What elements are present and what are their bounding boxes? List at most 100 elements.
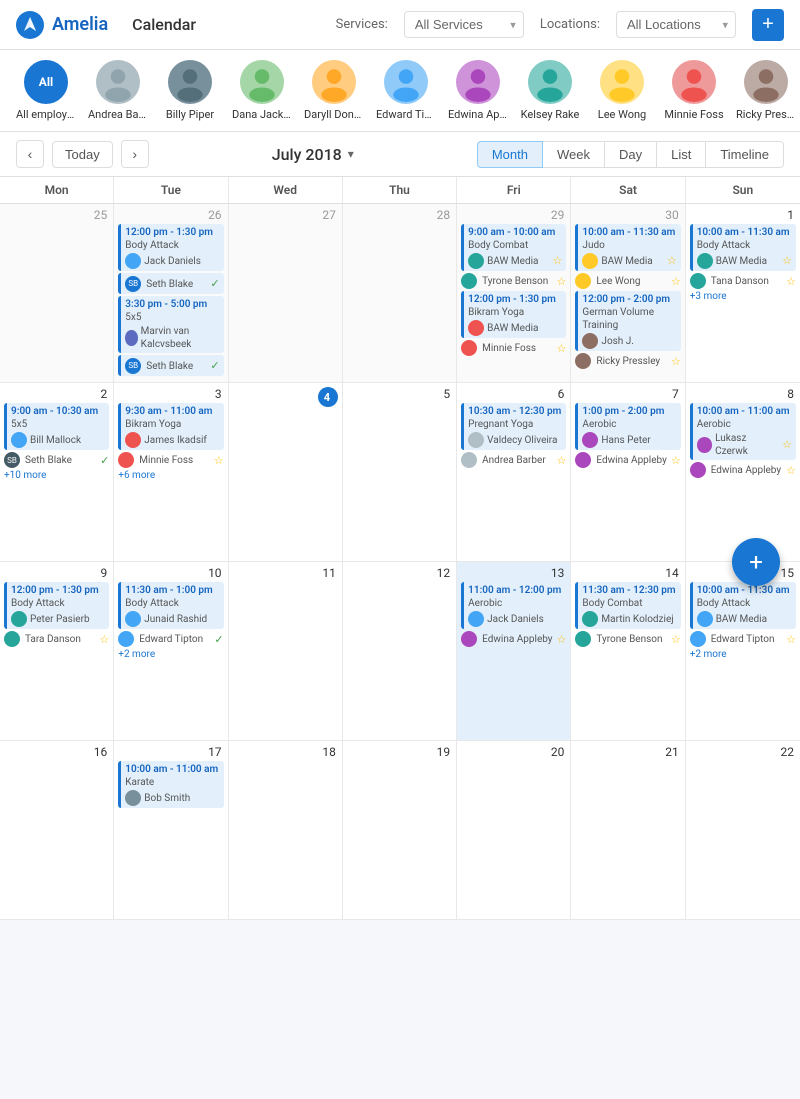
event-person: BAW Media: [716, 255, 767, 268]
event-footer: BAW Media ☆: [697, 253, 792, 269]
day-jun29[interactable]: 29 9:00 am - 10:00 am Body Combat BAW Me…: [457, 204, 571, 382]
event[interactable]: 10:00 am - 11:00 am Aerobic Lukasz Czerw…: [690, 403, 796, 460]
event-title: Body Attack: [11, 597, 105, 610]
event[interactable]: 10:30 am - 12:30 pm Pregnant Yoga Valdec…: [461, 403, 566, 450]
header-wed: Wed: [229, 177, 343, 203]
staff-item-ricky[interactable]: Ricky Pressley: [736, 60, 796, 121]
event[interactable]: 12:00 pm - 1:30 pm Body Attack Jack Dani…: [118, 224, 223, 271]
mini-avatar: [690, 631, 706, 647]
staff-item-kelsey[interactable]: Kelsey Rake: [520, 60, 580, 121]
staff-name-all: All employees: [16, 108, 76, 121]
day-jul5[interactable]: 5: [343, 383, 457, 561]
staff-item-minnie[interactable]: Minnie Foss: [664, 60, 724, 121]
mini-avatar: [582, 611, 598, 627]
day-jul21[interactable]: 21: [571, 741, 685, 919]
staff-item-lee[interactable]: Lee Wong: [592, 60, 652, 121]
add-button[interactable]: +: [752, 9, 784, 41]
staff-name-kelsey: Kelsey Rake: [521, 108, 580, 121]
day-jun27[interactable]: 27: [229, 204, 343, 382]
day-jul20[interactable]: 20: [457, 741, 571, 919]
day-num: 22: [690, 745, 796, 759]
event-footer: Tara Danson ☆: [4, 631, 109, 647]
staff-item-all[interactable]: All All employees: [16, 60, 76, 121]
mini-avatar: SB: [125, 358, 141, 374]
day-jul7[interactable]: 7 1:00 pm - 2:00 pm Aerobic Hans Peter E…: [571, 383, 685, 561]
event-footer: BAW Media ☆: [468, 253, 562, 269]
day-jul3[interactable]: 3 9:30 am - 11:00 am Bikram Yoga James I…: [114, 383, 228, 561]
staff-item-daryll[interactable]: Daryll Donov...: [304, 60, 364, 121]
day-jul19[interactable]: 19: [343, 741, 457, 919]
day-jul1[interactable]: 1 10:00 am - 11:30 am Body Attack BAW Me…: [686, 204, 800, 382]
day-jul16[interactable]: 16: [0, 741, 114, 919]
next-month-button[interactable]: ›: [121, 140, 149, 168]
today-button[interactable]: Today: [52, 141, 113, 168]
day-jul15[interactable]: 15 10:00 am - 11:30 am Body Attack BAW M…: [686, 562, 800, 740]
day-jun28[interactable]: 28: [343, 204, 457, 382]
check-icon: ✓: [210, 359, 219, 373]
star-icon: ☆: [99, 633, 109, 646]
day-jul14[interactable]: 14 11:30 am - 12:30 pm Body Combat Marti…: [571, 562, 685, 740]
day-jul8[interactable]: 8 10:00 am - 11:00 am Aerobic Lukasz Cze…: [686, 383, 800, 561]
event-footer: Ricky Pressley ☆: [575, 353, 680, 369]
view-timeline-button[interactable]: Timeline: [706, 141, 784, 168]
day-jun30[interactable]: 30 10:00 am - 11:30 am Judo BAW Media ☆ …: [571, 204, 685, 382]
event-time: 10:30 am - 12:30 pm: [468, 405, 562, 418]
event[interactable]: SB Seth Blake ✓: [118, 355, 223, 376]
event-footer: James Ikadsif: [125, 432, 219, 448]
event[interactable]: 12:00 pm - 2:00 pm German Volume Trainin…: [575, 291, 680, 351]
event[interactable]: 9:30 am - 11:00 am Bikram Yoga James Ika…: [118, 403, 223, 450]
more-link[interactable]: +2 more: [118, 649, 223, 660]
day-num: 21: [575, 745, 680, 759]
view-list-button[interactable]: List: [657, 141, 706, 168]
event-footer: Hans Peter: [582, 432, 676, 448]
day-jul11[interactable]: 11: [229, 562, 343, 740]
locations-select[interactable]: All Locations: [616, 11, 736, 38]
mini-avatar: [11, 432, 27, 448]
event[interactable]: 10:00 am - 11:30 am Body Attack BAW Medi…: [690, 224, 796, 271]
event-time: 10:00 am - 11:00 am: [697, 405, 792, 418]
staff-item-andrea[interactable]: Andrea Barber: [88, 60, 148, 121]
header-mon: Mon: [0, 177, 114, 203]
event[interactable]: 9:00 am - 10:00 am Body Combat BAW Media…: [461, 224, 566, 271]
fab-button[interactable]: +: [732, 538, 780, 586]
more-link[interactable]: +6 more: [118, 470, 223, 481]
day-jul6[interactable]: 6 10:30 am - 12:30 pm Pregnant Yoga Vald…: [457, 383, 571, 561]
view-week-button[interactable]: Week: [543, 141, 605, 168]
day-jul9[interactable]: 9 12:00 pm - 1:30 pm Body Attack Peter P…: [0, 562, 114, 740]
day-jul22[interactable]: 22: [686, 741, 800, 919]
event-person: Edwina Appleby: [596, 455, 666, 466]
staff-item-billy[interactable]: Billy Piper: [160, 60, 220, 121]
event[interactable]: 1:00 pm - 2:00 pm Aerobic Hans Peter: [575, 403, 680, 450]
view-month-button[interactable]: Month: [477, 141, 543, 168]
event-person: Marvin van Kalcvsbeek: [141, 325, 220, 351]
view-day-button[interactable]: Day: [605, 141, 657, 168]
day-jul4[interactable]: 4: [229, 383, 343, 561]
month-display[interactable]: July 2018 ▾: [272, 145, 354, 164]
day-jul17[interactable]: 17 10:00 am - 11:00 am Karate Bob Smith: [114, 741, 228, 919]
staff-item-dana[interactable]: Dana Jackson: [232, 60, 292, 121]
more-link[interactable]: +2 more: [690, 649, 796, 660]
mini-avatar: [575, 273, 591, 289]
day-jun26[interactable]: 26 12:00 pm - 1:30 pm Body Attack Jack D…: [114, 204, 228, 382]
services-select[interactable]: All Services: [404, 11, 524, 38]
day-jul2[interactable]: 2 9:00 am - 10:30 am 5x5 Bill Mallock SB…: [0, 383, 114, 561]
staff-item-edwina[interactable]: Edwina Appl...: [448, 60, 508, 121]
event[interactable]: 3:30 pm - 5:00 pm 5x5 Marvin van Kalcvsb…: [118, 296, 223, 353]
more-link[interactable]: +10 more: [4, 470, 109, 481]
day-jul13[interactable]: 13 11:00 am - 12:00 pm Aerobic Jack Dani…: [457, 562, 571, 740]
event[interactable]: 12:00 pm - 1:30 pm Bikram Yoga BAW Media: [461, 291, 566, 338]
mini-avatar: [125, 790, 141, 806]
more-link[interactable]: +3 more: [690, 291, 796, 302]
event-title: Body Combat: [582, 597, 676, 610]
prev-month-button[interactable]: ‹: [16, 140, 44, 168]
event[interactable]: 10:00 am - 11:00 am Karate Bob Smith: [118, 761, 223, 808]
day-jul10[interactable]: 10 11:30 am - 1:00 pm Body Attack Junaid…: [114, 562, 228, 740]
day-jul12[interactable]: 12: [343, 562, 457, 740]
event-footer: Lukasz Czerwk ☆: [697, 432, 792, 458]
event[interactable]: 9:00 am - 10:30 am 5x5 Bill Mallock: [4, 403, 109, 450]
day-jul18[interactable]: 18: [229, 741, 343, 919]
event[interactable]: SB Seth Blake ✓: [118, 273, 223, 294]
day-jun25[interactable]: 25: [0, 204, 114, 382]
event[interactable]: 10:00 am - 11:30 am Judo BAW Media ☆: [575, 224, 680, 271]
staff-item-edward[interactable]: Edward Tipton: [376, 60, 436, 121]
